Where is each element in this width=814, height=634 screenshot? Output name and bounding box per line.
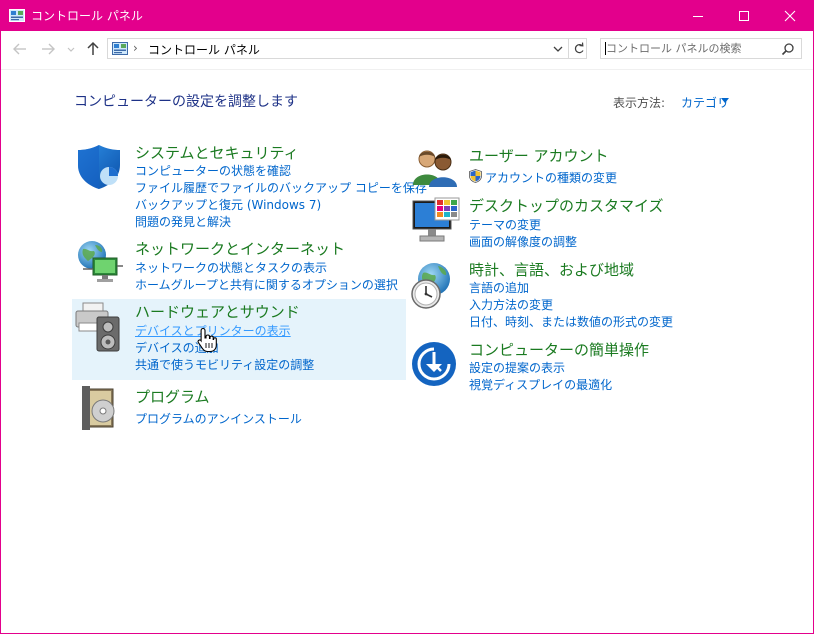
users-icon[interactable]: [411, 147, 459, 187]
minimize-button[interactable]: [675, 1, 721, 31]
network-globe-icon[interactable]: [75, 239, 125, 287]
link-optimize-visual-display[interactable]: 視覚ディスプレイの最適化: [469, 376, 612, 393]
link-change-theme[interactable]: テーマの変更: [469, 216, 541, 233]
control-panel-window: コントロール パネル › コントロール パネル コントロール パネルの検索 コン…: [0, 0, 814, 634]
breadcrumb-control-panel[interactable]: コントロール パネル: [148, 41, 260, 58]
title-bar[interactable]: コントロール パネル: [1, 1, 813, 31]
category-title-clock-language-region[interactable]: 時計、言語、および地域: [469, 259, 634, 280]
minimize-icon: [693, 16, 703, 17]
link-adjust-screen-resolution[interactable]: 画面の解像度の調整: [469, 233, 577, 250]
hand-cursor-icon: [197, 327, 217, 353]
link-change-account-type[interactable]: アカウントの種類の変更: [485, 169, 617, 186]
control-panel-icon: [9, 9, 25, 22]
clock-globe-icon[interactable]: [409, 261, 459, 311]
category-title-ease-of-access[interactable]: コンピューターの簡単操作: [469, 339, 649, 360]
printer-speaker-icon[interactable]: [75, 301, 125, 353]
link-add-language[interactable]: 言語の追加: [469, 279, 529, 296]
recent-locations-button[interactable]: [65, 40, 77, 58]
shield-icon[interactable]: [75, 143, 123, 191]
programs-disc-icon[interactable]: [81, 385, 121, 431]
ease-of-access-icon[interactable]: [411, 341, 457, 387]
link-uninstall-program[interactable]: プログラムのアンインストール: [135, 410, 302, 427]
refresh-button[interactable]: [568, 39, 588, 58]
close-icon: [784, 10, 796, 22]
category-title-user-accounts[interactable]: ユーザー アカウント: [469, 145, 608, 166]
forward-button[interactable]: [40, 40, 56, 58]
caret-down-icon[interactable]: [721, 98, 729, 104]
address-bar[interactable]: › コントロール パネル: [107, 38, 587, 59]
search-input[interactable]: [601, 39, 776, 58]
link-change-date-time-number-format[interactable]: 日付、時刻、または数値の形式の変更: [469, 313, 673, 330]
link-find-fix-problems[interactable]: 問題の発見と解決: [135, 213, 231, 230]
search-box[interactable]: [600, 38, 802, 59]
link-change-input-method[interactable]: 入力方法の変更: [469, 296, 553, 313]
category-title-hardware-sound[interactable]: ハードウェアとサウンド: [135, 301, 300, 322]
link-homegroup-sharing-options[interactable]: ホームグループと共有に関するオプションの選択: [135, 276, 398, 293]
maximize-button[interactable]: [721, 1, 767, 31]
chevron-down-icon[interactable]: [552, 43, 564, 55]
category-title-network-internet[interactable]: ネットワークとインターネット: [135, 238, 345, 259]
close-button[interactable]: [767, 1, 813, 31]
link-check-computer-status[interactable]: コンピューターの状態を確認: [135, 162, 291, 179]
link-network-status-tasks[interactable]: ネットワークの状態とタスクの表示: [135, 259, 327, 276]
view-by-label: 表示方法:: [613, 96, 666, 110]
link-suggested-settings[interactable]: 設定の提案の表示: [469, 359, 565, 376]
refresh-icon: [574, 42, 584, 54]
uac-shield-icon: [469, 169, 482, 183]
page-title: コンピューターの設定を調整します: [74, 94, 298, 110]
back-button[interactable]: [12, 40, 28, 58]
category-title-programs[interactable]: プログラム: [135, 386, 210, 407]
maximize-icon: [739, 11, 749, 21]
category-title-personalization[interactable]: デスクトップのカスタマイズ: [469, 195, 664, 216]
breadcrumb-separator[interactable]: ›: [133, 41, 138, 55]
control-panel-icon: [112, 42, 128, 55]
up-button[interactable]: [85, 40, 101, 58]
link-backup-restore-windows7[interactable]: バックアップと復元 (Windows 7): [135, 196, 321, 213]
search-icon[interactable]: [781, 42, 795, 56]
link-mobility-settings[interactable]: 共通で使うモビリティ設定の調整: [135, 356, 314, 373]
navigation-bar: › コントロール パネル: [1, 31, 813, 70]
category-title-system-security[interactable]: システムとセキュリティ: [135, 142, 299, 163]
window-title: コントロール パネル: [31, 9, 143, 23]
monitor-palette-icon[interactable]: [411, 197, 461, 245]
link-file-history-backup[interactable]: ファイル履歴でファイルのバックアップ コピーを保存: [135, 179, 427, 196]
